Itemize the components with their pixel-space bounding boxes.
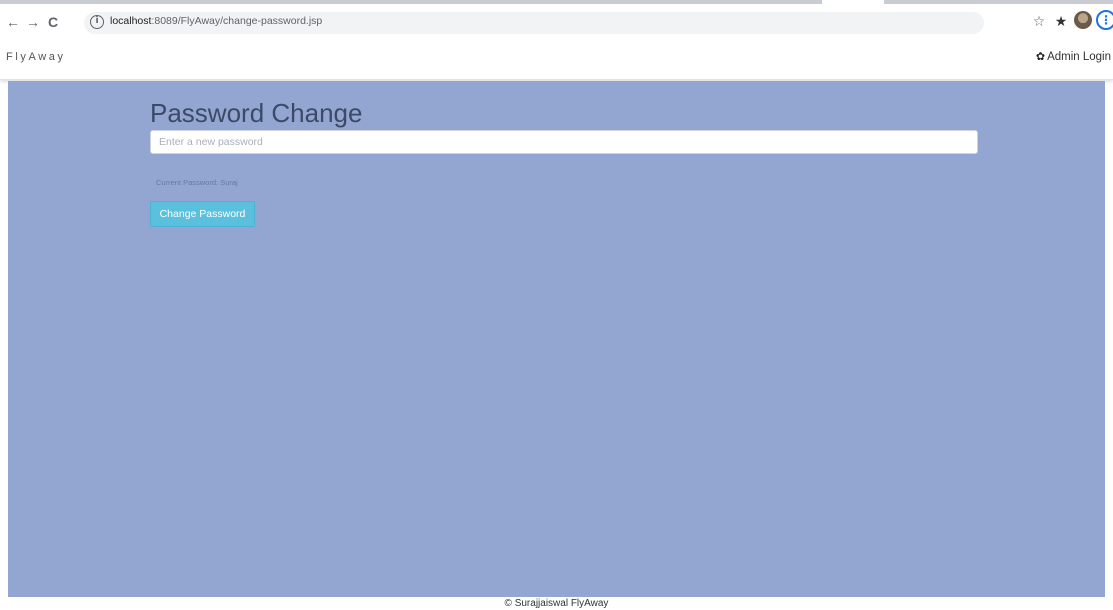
forward-icon[interactable]: → [24, 13, 42, 31]
brand-logo[interactable]: FlyAway [6, 51, 66, 63]
url-path: :8089/FlyAway/change-password.jsp [151, 15, 323, 27]
current-password-text: Current Password: Suraj [156, 178, 238, 187]
tab-strip [0, 0, 1113, 4]
url-host: localhost [110, 15, 152, 27]
profile-avatar[interactable] [1074, 11, 1092, 29]
active-tab[interactable] [822, 0, 884, 4]
change-password-button[interactable]: Change Password [150, 201, 255, 227]
browser-toolbar: ← → C i localhost:8089/FlyAway/change-pa… [0, 0, 1113, 38]
main-content: Password Change Current Password: Suraj … [8, 81, 1105, 597]
site-navbar: FlyAway ✿ Admin Login [0, 38, 1113, 80]
admin-login-label: Admin Login [1047, 51, 1111, 63]
bookmark-star-icon[interactable]: ☆ [1030, 12, 1048, 30]
page-title: Password Change [150, 98, 363, 128]
extension-icon[interactable]: ★ [1052, 12, 1070, 30]
address-bar[interactable]: i localhost:8089/FlyAway/change-password… [84, 12, 984, 34]
footer-copyright: © Surajjaiswal FlyAway [504, 598, 609, 609]
admin-login-link[interactable]: ✿ Admin Login [1036, 50, 1111, 63]
footer: © Surajjaiswal FlyAway [0, 597, 1113, 610]
reload-icon[interactable]: C [44, 13, 62, 31]
new-password-input[interactable] [150, 130, 978, 154]
back-icon[interactable]: ← [4, 13, 22, 31]
gear-icon: ✿ [1035, 50, 1046, 63]
url-text[interactable]: localhost:8089/FlyAway/change-password.j… [110, 15, 322, 27]
browser-menu-icon[interactable]: ⋮ [1096, 10, 1113, 30]
info-icon[interactable]: i [90, 15, 104, 29]
